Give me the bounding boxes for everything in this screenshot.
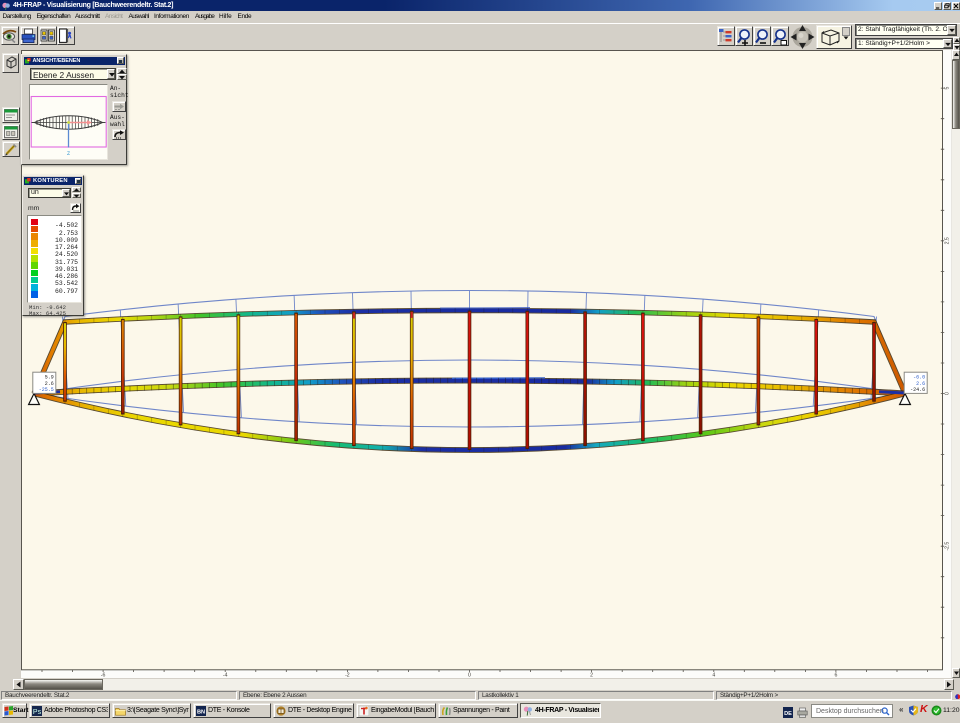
svg-text:-6.0: -6.0 xyxy=(913,374,925,380)
svg-text:z: z xyxy=(67,150,71,157)
svg-text:-4: -4 xyxy=(223,673,228,678)
svg-text:-24.6: -24.6 xyxy=(910,387,925,393)
svg-text:2: 2 xyxy=(590,673,593,678)
svg-text:DE: DE xyxy=(784,711,792,717)
svg-text:2.5: 2.5 xyxy=(945,237,951,244)
svg-text:5: 5 xyxy=(945,87,951,90)
svg-text:-2: -2 xyxy=(345,673,350,678)
svg-text:-6: -6 xyxy=(101,673,106,678)
svg-text:5.9: 5.9 xyxy=(45,374,54,380)
svg-text:2.6: 2.6 xyxy=(45,381,54,387)
svg-text:BN: BN xyxy=(197,710,205,716)
svg-text:-2.5: -2.5 xyxy=(945,542,951,551)
svg-text:0: 0 xyxy=(945,392,951,395)
svg-text:Ps: Ps xyxy=(33,709,42,716)
svg-text:2.6: 2.6 xyxy=(916,381,925,387)
svg-text:-25.5: -25.5 xyxy=(39,387,54,393)
svg-text:0: 0 xyxy=(468,673,471,678)
svg-text:4: 4 xyxy=(712,673,715,678)
svg-text:6: 6 xyxy=(834,673,837,678)
